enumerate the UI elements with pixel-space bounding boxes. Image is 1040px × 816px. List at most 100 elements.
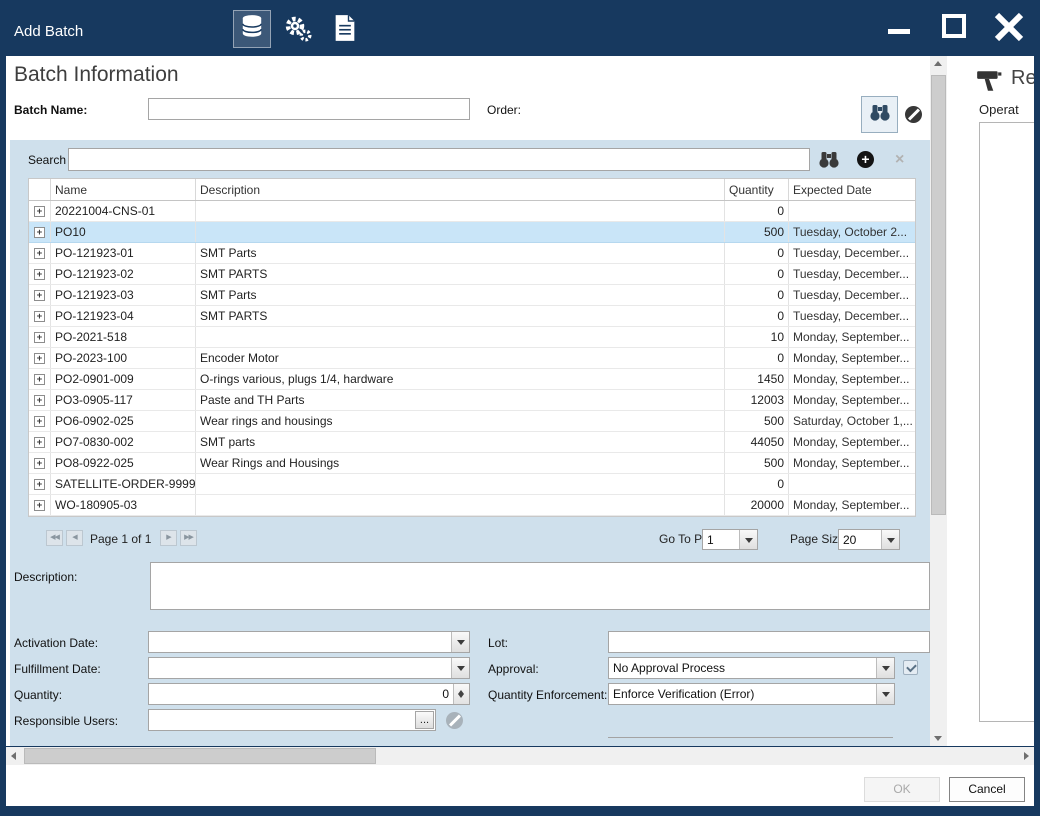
row-expand-toggle[interactable]: + bbox=[29, 243, 51, 263]
expand-plus-icon[interactable]: + bbox=[34, 269, 45, 280]
row-expand-toggle[interactable]: + bbox=[29, 306, 51, 326]
scroll-up-button[interactable] bbox=[930, 56, 947, 73]
add-icon[interactable] bbox=[857, 151, 874, 168]
cell-name: SATELLITE-ORDER-9999 bbox=[51, 474, 196, 494]
close-button[interactable] bbox=[986, 4, 1032, 48]
table-row[interactable]: +WO-180905-0320000Monday, September... bbox=[29, 495, 915, 516]
header-expected-date[interactable]: Expected Date bbox=[789, 179, 915, 200]
expand-plus-icon[interactable]: + bbox=[34, 248, 45, 259]
spinner-arrows-icon[interactable] bbox=[453, 684, 469, 704]
description-input[interactable] bbox=[150, 562, 930, 610]
table-row[interactable]: +PO-121923-04SMT PARTS0Tuesday, December… bbox=[29, 306, 915, 327]
maximize-button[interactable] bbox=[934, 6, 974, 46]
table-row[interactable]: +PO-121923-03SMT Parts0Tuesday, December… bbox=[29, 285, 915, 306]
search-input[interactable] bbox=[68, 148, 810, 171]
order-search-button[interactable] bbox=[861, 96, 898, 133]
prev-page-button[interactable]: ◀ bbox=[66, 530, 83, 546]
chevron-down-icon[interactable] bbox=[876, 684, 894, 704]
table-row[interactable]: +20221004-CNS-010 bbox=[29, 201, 915, 222]
chevron-down-icon[interactable] bbox=[451, 632, 469, 652]
expand-plus-icon[interactable]: + bbox=[34, 479, 45, 490]
scroll-down-button[interactable] bbox=[930, 729, 947, 746]
table-row[interactable]: +PO6-0902-025Wear rings and housings500S… bbox=[29, 411, 915, 432]
responsible-users-field[interactable]: ... bbox=[148, 709, 436, 731]
header-name[interactable]: Name bbox=[51, 179, 196, 200]
database-toolbar-button[interactable] bbox=[233, 10, 271, 48]
table-row[interactable]: +PO8-0922-025Wear Rings and Housings500M… bbox=[29, 453, 915, 474]
table-row[interactable]: +PO-2023-100Encoder Motor0Monday, Septem… bbox=[29, 348, 915, 369]
row-expand-toggle[interactable]: + bbox=[29, 327, 51, 347]
row-expand-toggle[interactable]: + bbox=[29, 453, 51, 473]
scroll-left-button[interactable] bbox=[6, 747, 23, 765]
responsible-users-clear-icon[interactable] bbox=[446, 712, 463, 729]
grid-search-bar: Search × bbox=[10, 140, 930, 178]
approval-combo[interactable]: No Approval Process bbox=[608, 657, 895, 679]
row-expand-toggle[interactable]: + bbox=[29, 348, 51, 368]
row-expand-toggle[interactable]: + bbox=[29, 474, 51, 494]
row-expand-toggle[interactable]: + bbox=[29, 411, 51, 431]
row-expand-toggle[interactable]: + bbox=[29, 222, 51, 242]
cell-name: PO-121923-04 bbox=[51, 306, 196, 326]
table-row[interactable]: +PO2-0901-009O-rings various, plugs 1/4,… bbox=[29, 369, 915, 390]
settings-gears-button[interactable] bbox=[283, 14, 313, 47]
document-button[interactable] bbox=[333, 14, 357, 47]
expand-plus-icon[interactable]: + bbox=[34, 416, 45, 427]
chevron-down-icon[interactable] bbox=[739, 530, 757, 549]
search-binoculars-icon[interactable] bbox=[818, 149, 840, 174]
ok-button[interactable]: OK bbox=[864, 777, 940, 802]
expand-plus-icon[interactable]: + bbox=[34, 290, 45, 301]
right-panel-listbox[interactable] bbox=[979, 122, 1034, 722]
order-clear-icon[interactable] bbox=[905, 106, 922, 123]
row-expand-toggle[interactable]: + bbox=[29, 201, 51, 221]
expand-plus-icon[interactable]: + bbox=[34, 458, 45, 469]
next-page-button[interactable]: ▶ bbox=[160, 530, 177, 546]
expand-plus-icon[interactable]: + bbox=[34, 206, 45, 217]
fulfillment-date-combo[interactable] bbox=[148, 657, 470, 679]
row-expand-toggle[interactable]: + bbox=[29, 285, 51, 305]
last-page-button[interactable]: ▶▶ bbox=[180, 530, 197, 546]
scroll-right-button[interactable] bbox=[1017, 747, 1034, 765]
browse-ellipsis-button[interactable]: ... bbox=[415, 711, 434, 729]
quantity-stepper[interactable]: 0 bbox=[148, 683, 470, 705]
expand-plus-icon[interactable]: + bbox=[34, 395, 45, 406]
vertical-scrollbar[interactable] bbox=[930, 56, 947, 746]
table-row[interactable]: +PO3-0905-117Paste and TH Parts12003Mond… bbox=[29, 390, 915, 411]
clear-search-icon[interactable]: × bbox=[895, 152, 904, 168]
row-expand-toggle[interactable]: + bbox=[29, 390, 51, 410]
row-expand-toggle[interactable]: + bbox=[29, 264, 51, 284]
header-quantity[interactable]: Quantity bbox=[725, 179, 789, 200]
header-description[interactable]: Description bbox=[196, 179, 725, 200]
expand-plus-icon[interactable]: + bbox=[34, 227, 45, 238]
vertical-scroll-thumb[interactable] bbox=[931, 75, 946, 515]
cancel-button[interactable]: Cancel bbox=[949, 777, 1025, 802]
chevron-down-icon[interactable] bbox=[451, 658, 469, 678]
table-row[interactable]: +PO10500Tuesday, October 2... bbox=[29, 222, 915, 243]
minimize-button[interactable] bbox=[878, 8, 920, 44]
expand-plus-icon[interactable]: + bbox=[34, 332, 45, 343]
row-expand-toggle[interactable]: + bbox=[29, 432, 51, 452]
approval-check-icon[interactable] bbox=[903, 660, 918, 675]
first-page-button[interactable]: ◀◀ bbox=[46, 530, 63, 546]
table-row[interactable]: +PO-2021-51810Monday, September... bbox=[29, 327, 915, 348]
activation-date-combo[interactable] bbox=[148, 631, 470, 653]
table-row[interactable]: +PO-121923-02SMT PARTS0Tuesday, December… bbox=[29, 264, 915, 285]
chevron-down-icon[interactable] bbox=[876, 658, 894, 678]
horizontal-scroll-thumb[interactable] bbox=[24, 748, 376, 764]
expand-plus-icon[interactable]: + bbox=[34, 437, 45, 448]
expand-plus-icon[interactable]: + bbox=[34, 374, 45, 385]
page-size-combo[interactable]: 20 bbox=[838, 529, 900, 550]
horizontal-scrollbar[interactable] bbox=[6, 747, 1034, 765]
expand-plus-icon[interactable]: + bbox=[34, 353, 45, 364]
table-row[interactable]: +PO7-0830-002SMT parts44050Monday, Septe… bbox=[29, 432, 915, 453]
quantity-enforcement-combo[interactable]: Enforce Verification (Error) bbox=[608, 683, 895, 705]
chevron-down-icon[interactable] bbox=[881, 530, 899, 549]
row-expand-toggle[interactable]: + bbox=[29, 369, 51, 389]
expand-plus-icon[interactable]: + bbox=[34, 311, 45, 322]
goto-page-combo[interactable]: 1 bbox=[702, 529, 758, 550]
lot-input[interactable] bbox=[608, 631, 930, 653]
table-row[interactable]: +PO-121923-01SMT Parts0Tuesday, December… bbox=[29, 243, 915, 264]
batch-name-input[interactable] bbox=[148, 98, 470, 120]
row-expand-toggle[interactable]: + bbox=[29, 495, 51, 515]
table-row[interactable]: +SATELLITE-ORDER-99990 bbox=[29, 474, 915, 495]
expand-plus-icon[interactable]: + bbox=[34, 500, 45, 511]
